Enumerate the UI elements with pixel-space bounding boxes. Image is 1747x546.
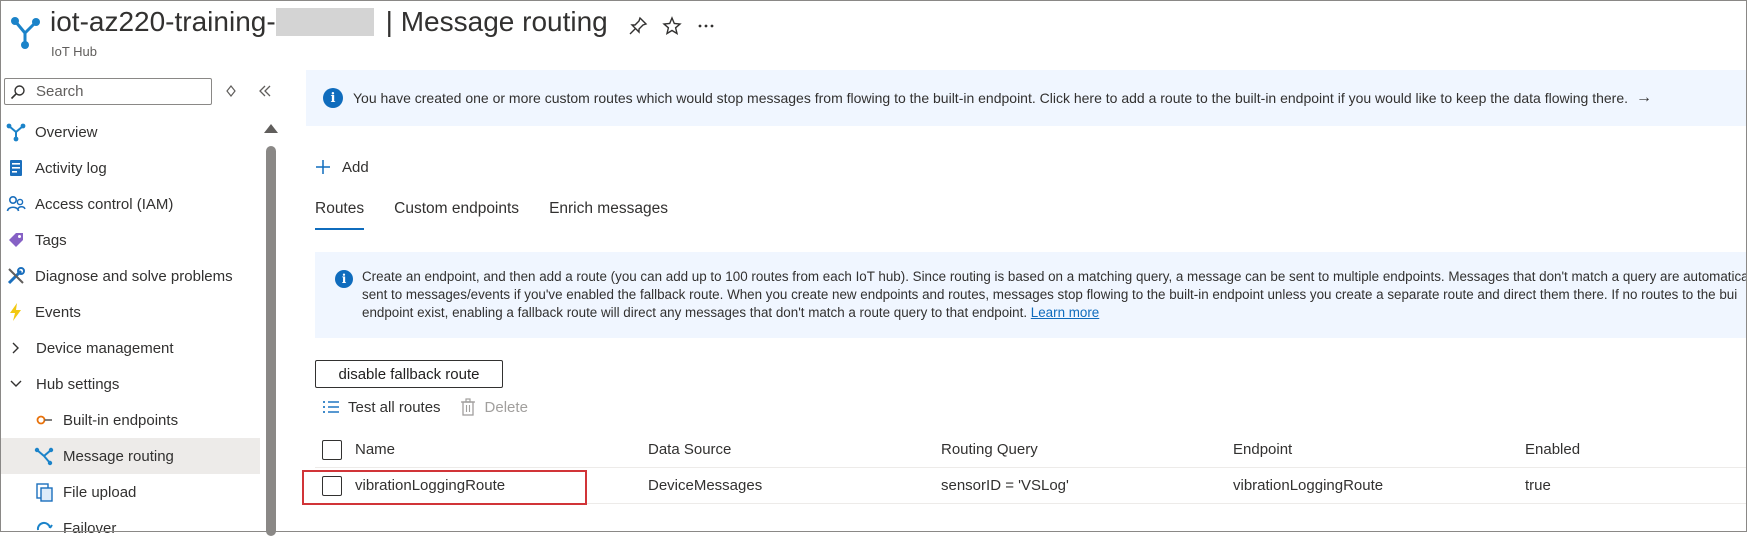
row-checkbox[interactable] bbox=[322, 475, 342, 496]
column-header-endpoint[interactable]: Endpoint bbox=[1233, 441, 1292, 458]
custom-routes-warning-banner[interactable]: i You have created one or more custom ro… bbox=[306, 70, 1747, 126]
routes-table: Name Data Source Routing Query Endpoint … bbox=[315, 432, 1747, 504]
routing-info-banner: i Create an endpoint, and then add a rou… bbox=[315, 252, 1747, 338]
sidebar-item-hub-settings[interactable]: Hub settings bbox=[0, 366, 260, 402]
test-all-routes-button[interactable]: Test all routes bbox=[322, 398, 441, 416]
list-check-icon bbox=[323, 401, 339, 413]
file-upload-icon bbox=[34, 482, 54, 502]
table-header-row: Name Data Source Routing Query Endpoint … bbox=[315, 432, 1747, 468]
diamond-toggle-icon[interactable] bbox=[222, 82, 240, 100]
info-line-1: Create an endpoint, and then add a route… bbox=[362, 269, 1747, 284]
add-button[interactable]: Add bbox=[314, 158, 369, 176]
activity-log-icon bbox=[6, 158, 26, 178]
select-all-checkbox[interactable] bbox=[322, 439, 342, 460]
sidebar-nav: Overview Activity log Access control (IA… bbox=[0, 114, 260, 546]
sidebar-item-overview[interactable]: Overview bbox=[0, 114, 260, 150]
access-control-icon bbox=[6, 194, 26, 214]
page-subtitle: IoT Hub bbox=[51, 44, 98, 59]
sidebar-item-access-control[interactable]: Access control (IAM) bbox=[0, 186, 260, 222]
endpoint-icon bbox=[34, 410, 54, 430]
test-all-routes-label: Test all routes bbox=[348, 398, 441, 416]
sidebar-item-label: Events bbox=[35, 303, 81, 321]
column-header-enabled[interactable]: Enabled bbox=[1525, 441, 1580, 458]
delete-label: Delete bbox=[484, 398, 528, 416]
sidebar-item-failover[interactable]: Failover bbox=[0, 510, 260, 546]
sidebar-item-label: Activity log bbox=[35, 159, 107, 177]
page-title-suffix: | Message routing bbox=[385, 6, 608, 37]
plus-icon bbox=[316, 160, 330, 174]
sidebar-item-label: Failover bbox=[63, 519, 117, 537]
sidebar-search-box[interactable] bbox=[4, 78, 212, 105]
page-title-prefix: iot-az220-training- bbox=[50, 6, 276, 37]
disable-fallback-route-button[interactable]: disable fallback route bbox=[315, 360, 503, 388]
failover-icon bbox=[34, 518, 54, 538]
sidebar-item-label: Tags bbox=[35, 231, 67, 249]
tab-routes[interactable]: Routes bbox=[315, 200, 365, 230]
sidebar-item-device-management[interactable]: Device management bbox=[0, 330, 260, 366]
page-title: iot-az220-training- | Message routing bbox=[50, 6, 608, 38]
sidebar-item-message-routing[interactable]: Message routing bbox=[0, 438, 260, 474]
wrench-icon bbox=[6, 266, 26, 286]
sidebar-item-label: Message routing bbox=[63, 447, 174, 465]
sidebar-item-events[interactable]: Events bbox=[0, 294, 260, 330]
pin-icon[interactable] bbox=[628, 16, 648, 36]
delete-button[interactable]: Delete bbox=[459, 398, 528, 416]
banner-text: You have created one or more custom rout… bbox=[353, 90, 1628, 106]
column-header-data-source[interactable]: Data Source bbox=[648, 441, 731, 458]
star-icon[interactable] bbox=[662, 16, 682, 36]
sidebar-item-file-upload[interactable]: File upload bbox=[0, 474, 260, 510]
table-row[interactable]: vibrationLoggingRoute DeviceMessages sen… bbox=[315, 468, 1747, 504]
learn-more-link[interactable]: Learn more bbox=[1031, 305, 1099, 320]
column-header-routing-query[interactable]: Routing Query bbox=[941, 441, 1038, 458]
routing-icon bbox=[34, 446, 54, 466]
more-icon[interactable] bbox=[696, 16, 716, 36]
sidebar-item-label: Diagnose and solve problems bbox=[35, 267, 233, 285]
add-label: Add bbox=[342, 158, 369, 176]
scroll-up-arrow[interactable] bbox=[264, 124, 278, 133]
tab-custom-endpoints[interactable]: Custom endpoints bbox=[394, 200, 519, 230]
sidebar-item-label: Hub settings bbox=[36, 375, 120, 393]
sidebar-item-label: File upload bbox=[63, 483, 137, 501]
info-icon: i bbox=[335, 270, 353, 288]
sidebar-item-tags[interactable]: Tags bbox=[0, 222, 260, 258]
sidebar-item-activity-log[interactable]: Activity log bbox=[0, 150, 260, 186]
lightning-icon bbox=[6, 302, 26, 322]
sidebar-item-label: Built-in endpoints bbox=[63, 411, 179, 429]
sidebar-item-built-in-endpoints[interactable]: Built-in endpoints bbox=[0, 402, 260, 438]
chevron-down-icon bbox=[10, 380, 22, 387]
sidebar-item-label: Overview bbox=[35, 123, 98, 141]
info-line-2: sent to messages/events if you've enable… bbox=[362, 287, 1738, 302]
redacted-block bbox=[275, 8, 374, 36]
overview-icon bbox=[6, 122, 26, 142]
route-enabled: true bbox=[1525, 477, 1551, 494]
trash-icon bbox=[460, 398, 475, 416]
sidebar-item-label: Access control (IAM) bbox=[35, 195, 174, 213]
tab-enrich-messages[interactable]: Enrich messages bbox=[549, 200, 668, 230]
sidebar-item-diagnose[interactable]: Diagnose and solve problems bbox=[0, 258, 260, 294]
sidebar-search-input[interactable] bbox=[34, 82, 204, 101]
column-header-name[interactable]: Name bbox=[355, 441, 395, 458]
route-name[interactable]: vibrationLoggingRoute bbox=[355, 477, 505, 494]
tag-icon bbox=[6, 230, 26, 250]
routes-toolbar: Test all routes Delete bbox=[322, 398, 546, 416]
route-endpoint: vibrationLoggingRoute bbox=[1233, 477, 1384, 494]
info-line-3: endpoint exist, enabling a fallback rout… bbox=[362, 305, 1028, 320]
search-icon bbox=[10, 84, 25, 99]
route-data-source: DeviceMessages bbox=[648, 477, 763, 494]
chevron-right-icon bbox=[12, 342, 19, 354]
sidebar-item-label: Device management bbox=[36, 339, 174, 357]
collapse-sidebar-icon[interactable] bbox=[256, 82, 274, 100]
routing-tabs: Routes Custom endpoints Enrich messages bbox=[315, 200, 698, 230]
route-query: sensorID = 'VSLog' bbox=[941, 477, 1069, 494]
sidebar-scrollbar[interactable] bbox=[266, 146, 276, 536]
info-icon: i bbox=[323, 88, 343, 108]
arrow-right-icon: → bbox=[1636, 89, 1652, 106]
iot-hub-logo-icon bbox=[11, 17, 40, 49]
